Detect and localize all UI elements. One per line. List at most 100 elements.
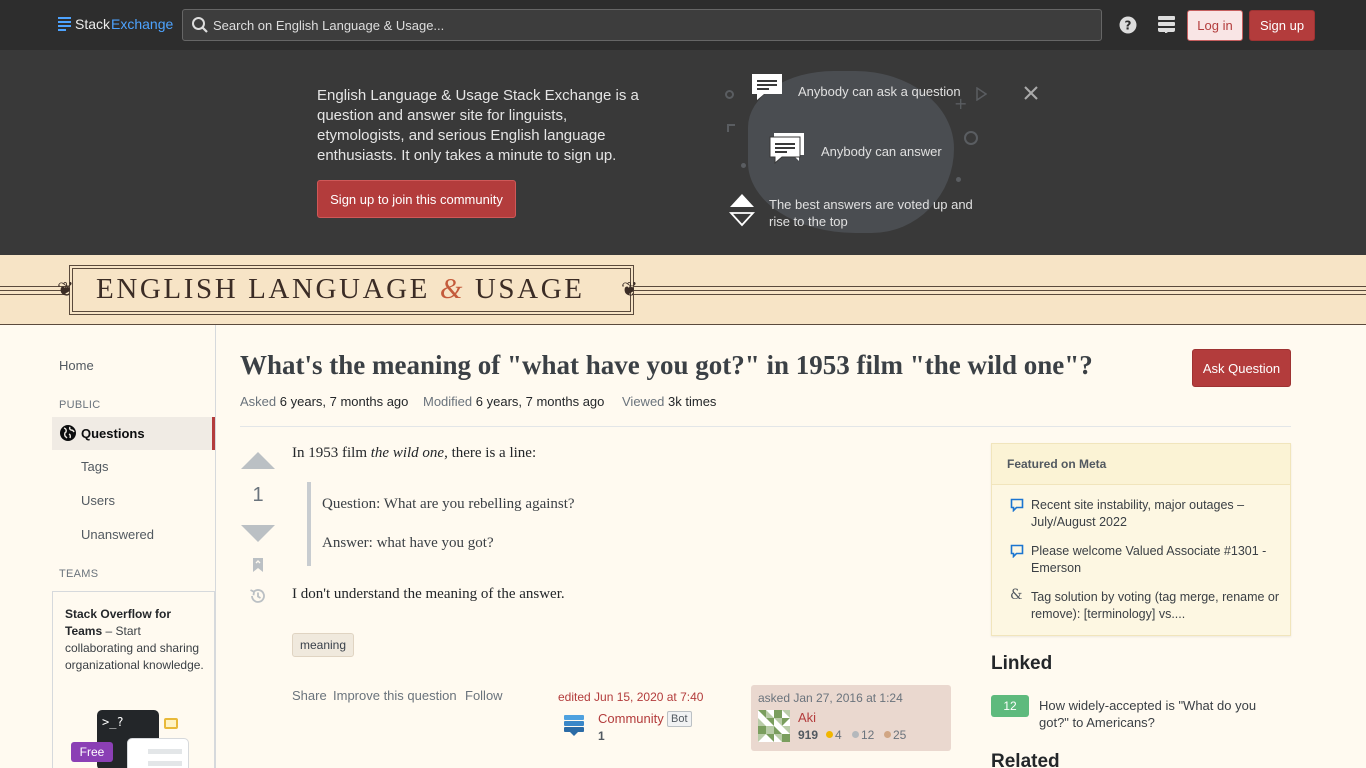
editor-reputation: 1 — [598, 729, 605, 743]
join-community-button[interactable]: Sign up to join this community — [317, 180, 516, 218]
bot-badge: Bot — [667, 711, 692, 727]
bronze-badge-icon — [884, 731, 891, 738]
owner-avatar[interactable] — [758, 710, 790, 742]
asked-timestamp: asked Jan 27, 2016 at 1:24 — [758, 691, 903, 705]
follow-button[interactable]: Follow — [465, 688, 503, 703]
nav-users[interactable]: Users — [81, 493, 115, 508]
logo-text-exchange: Exchange — [111, 16, 174, 32]
nav-tags[interactable]: Tags — [81, 459, 108, 474]
gold-badge-count: 4 — [835, 728, 842, 742]
meta-post-icon — [1010, 498, 1024, 512]
modified-value[interactable]: 6 years, 7 months ago — [476, 394, 605, 409]
post-emphasis: the wild one — [370, 445, 445, 461]
decorative-dot — [956, 177, 961, 182]
upvote-icon[interactable] — [241, 452, 275, 469]
decorative-circle — [725, 90, 734, 99]
close-icon[interactable] — [1022, 84, 1040, 102]
answer-icon — [769, 133, 804, 165]
search-input[interactable] — [213, 10, 1093, 40]
ask-question-icon — [752, 74, 782, 100]
nav-heading-teams: TEAMS — [59, 568, 99, 580]
linked-score[interactable]: 12 — [991, 695, 1029, 717]
search-box — [182, 9, 1102, 41]
featured-item[interactable]: Please welcome Valued Associate #1301 - … — [1031, 543, 1281, 577]
chat-bubble-icon — [164, 718, 178, 729]
nav-questions-label: Questions — [81, 426, 145, 441]
viewed-label: Viewed — [622, 394, 665, 409]
question-title[interactable]: What's the meaning of "what have you got… — [240, 350, 1170, 381]
editor-name[interactable]: Community — [598, 711, 664, 726]
bronze-badges: 25 — [884, 728, 906, 742]
svg-text:?: ? — [1125, 19, 1132, 33]
nav-unanswered[interactable]: Unanswered — [81, 527, 154, 542]
linked-question[interactable]: How widely-accepted is "What do you got?… — [1039, 697, 1279, 731]
free-badge: Free — [71, 742, 113, 762]
ask-question-button[interactable]: Ask Question — [1192, 349, 1291, 387]
site-title-part1: ENGLISH LANGUAGE — [96, 273, 430, 305]
share-link[interactable]: Share — [292, 688, 327, 703]
featured-item[interactable]: Recent site instability, major outages –… — [1031, 497, 1281, 531]
asked-meta: Asked 6 years, 7 months ago — [240, 394, 408, 409]
decorative-dot — [741, 163, 746, 168]
banner-description: English Language & Usage Stack Exchange … — [317, 87, 639, 164]
teams-promo-dash: – — [102, 624, 116, 638]
gold-badge-icon — [826, 731, 833, 738]
quote-line: Question: What are you rebelling against… — [322, 496, 575, 512]
left-sidebar: Home PUBLIC Questions Tags Users Unanswe… — [0, 325, 216, 768]
edited-timestamp[interactable]: edited Jun 15, 2020 at 7:40 — [558, 690, 703, 704]
signup-banner: English Language & Usage Stack Exchange … — [0, 50, 1366, 255]
stackexchange-logo[interactable]: Stack Exchange — [58, 16, 173, 32]
decorative-triangle — [976, 87, 987, 101]
terminal-prompt: >_? — [102, 715, 124, 729]
blockquote — [307, 482, 947, 566]
post-paragraph: In 1953 film the wild one, there is a li… — [292, 445, 536, 462]
featured-heading: Featured on Meta — [1007, 457, 1107, 471]
post-paragraph: I don't understand the meaning of the an… — [292, 586, 565, 602]
tag-meaning[interactable]: meaning — [292, 633, 355, 657]
featured-on-meta: Featured on Meta Recent site instability… — [991, 443, 1291, 636]
silver-badge-count: 12 — [861, 728, 875, 742]
teams-promo[interactable]: Stack Overflow for Teams – Start collabo… — [52, 591, 215, 768]
stackexchange-logo-icon — [58, 16, 71, 32]
silver-badge-icon — [852, 731, 859, 738]
post-text: In 1953 film — [292, 445, 371, 461]
bronze-badge-count: 25 — [893, 728, 907, 742]
decorative-corner — [727, 124, 735, 132]
feature-vote: The best answers are voted up and rise t… — [769, 197, 973, 229]
vote-arrows-icon — [729, 194, 755, 227]
community-avatar[interactable] — [562, 713, 586, 737]
asked-value[interactable]: 6 years, 7 months ago — [280, 394, 409, 409]
signup-button[interactable]: Sign up — [1249, 10, 1315, 41]
login-button[interactable]: Log in — [1187, 10, 1243, 41]
help-icon[interactable]: ? — [1119, 16, 1137, 34]
bookmark-icon[interactable] — [252, 557, 264, 573]
feature-ask: Anybody can ask a question — [798, 84, 961, 99]
site-switcher-icon[interactable] — [1158, 16, 1175, 33]
site-title[interactable]: ENGLISH LANGUAGE & USAGE — [96, 273, 585, 306]
site-ampersand-icon: & — [1010, 587, 1023, 603]
owner-card: asked Jan 27, 2016 at 1:24 Aki 919 4 12 … — [751, 685, 951, 751]
modified-meta: Modified 6 years, 7 months ago — [423, 394, 604, 409]
top-bar: StackExchange ? Log in Sign up — [0, 0, 1366, 50]
featured-item[interactable]: Tag solution by voting (tag merge, renam… — [1031, 589, 1281, 623]
logo-text-stack: Stack — [75, 16, 111, 32]
silver-badges: 12 — [852, 728, 874, 742]
asked-label: Asked — [240, 394, 277, 409]
nav-questions[interactable]: Questions — [52, 417, 215, 450]
flourish-right-icon: ❦ — [621, 277, 638, 301]
history-icon[interactable] — [249, 587, 267, 605]
quote-line: Answer: what have you got? — [322, 535, 494, 551]
globe-icon — [60, 425, 76, 441]
teams-promo-text: Stack Overflow for Teams – Start collabo… — [65, 606, 205, 674]
nav-heading-public: PUBLIC — [59, 399, 101, 411]
featured-header: Featured on Meta — [992, 444, 1290, 485]
nav-home[interactable]: Home — [59, 358, 94, 373]
owner-name[interactable]: Aki — [798, 710, 816, 725]
search-icon — [192, 17, 208, 33]
downvote-icon[interactable] — [241, 525, 275, 542]
vote-count: 1 — [252, 484, 264, 506]
flourish-left-icon: ❦ — [57, 277, 74, 301]
related-heading: Related — [991, 751, 1060, 768]
viewed-meta: Viewed 3k times — [622, 394, 716, 409]
improve-question-link[interactable]: Improve this question — [333, 688, 457, 703]
